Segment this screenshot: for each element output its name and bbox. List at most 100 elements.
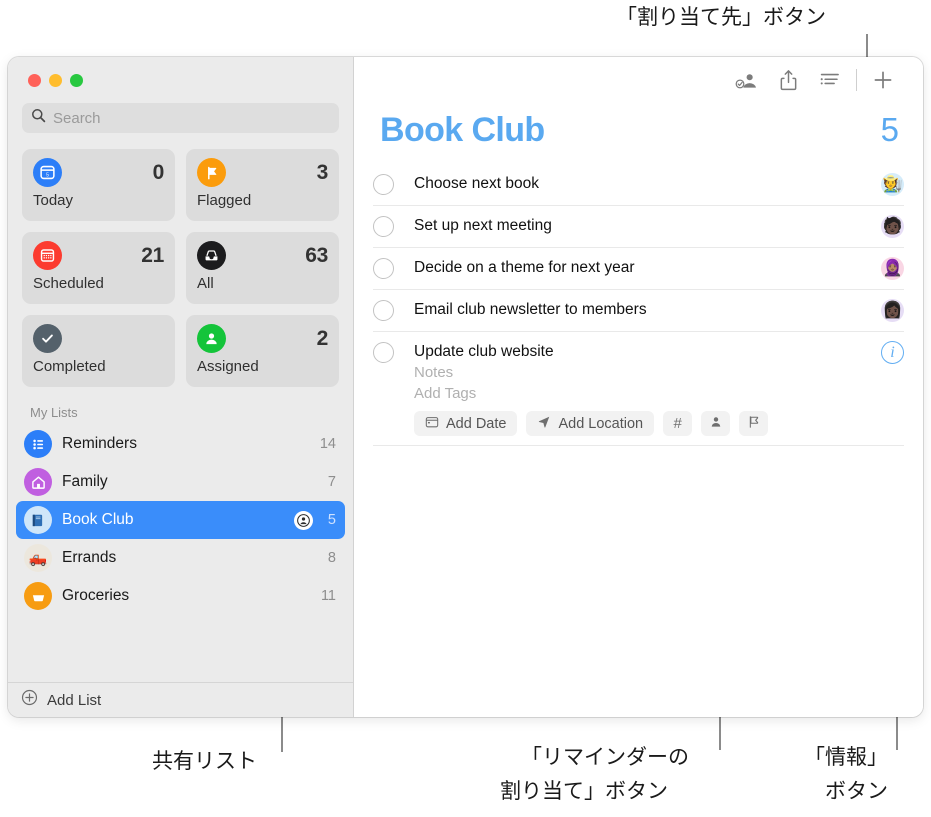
main-content: Book Club 5 Choose next book 🧑‍🌾 Set up …: [354, 57, 923, 717]
annotation-info-button-line2: ボタン: [825, 779, 888, 803]
avatar[interactable]: 🧕🏽: [881, 257, 904, 280]
today-icon: 5: [33, 158, 62, 187]
smart-list-flagged[interactable]: 3 Flagged: [186, 149, 339, 221]
list-item-reminders[interactable]: Reminders 14: [16, 425, 345, 463]
smart-lists-grid: 5 0 Today 3 Flagged 21 Scheduled 63 All …: [8, 149, 353, 387]
list-item-groceries[interactable]: Groceries 11: [16, 577, 345, 615]
close-button[interactable]: [28, 73, 41, 87]
avatar[interactable]: 🧑‍🌾: [881, 173, 904, 196]
smart-list-assigned[interactable]: 2 Assigned: [186, 315, 339, 387]
avatar[interactable]: 🧑🏿: [881, 215, 904, 238]
smart-list-label: Today: [33, 192, 74, 209]
avatar-glyph: 🧕🏽: [882, 259, 903, 277]
add-tag-button[interactable]: #: [663, 411, 693, 436]
list-item-count: 8: [327, 550, 336, 566]
house-icon: [24, 468, 52, 496]
list-item-errands[interactable]: 🛻 Errands 8: [16, 539, 345, 577]
calendar-small-icon: [425, 415, 439, 433]
list-item-book-club[interactable]: Book Club 5: [16, 501, 345, 539]
window-controls: [8, 57, 353, 103]
annotation-assign-reminder-line1: 「リマインダーの: [521, 745, 689, 769]
reminder-row[interactable]: Set up next meeting 🧑🏿: [373, 206, 904, 248]
list-options-button[interactable]: [809, 64, 851, 96]
search-input[interactable]: [53, 109, 330, 127]
smart-list-label: Scheduled: [33, 275, 104, 292]
zoom-button[interactable]: [70, 73, 83, 87]
smart-list-completed[interactable]: Completed: [22, 315, 175, 387]
inbox-icon: [197, 241, 226, 270]
reminder-title: Choose next book: [414, 175, 539, 192]
list-item-label: Book Club: [62, 511, 134, 528]
complete-circle-icon[interactable]: [373, 174, 394, 195]
avatar[interactable]: 👩🏿: [881, 299, 904, 322]
flag-icon: [197, 158, 226, 187]
reminder-body: Update club website Notes Add Tags Add D…: [394, 341, 881, 436]
list-item-count: 11: [320, 588, 336, 604]
add-list-label: Add List: [47, 691, 102, 709]
flag-outline-icon: [747, 415, 761, 433]
add-date-label: Add Date: [446, 415, 507, 432]
share-button[interactable]: [767, 64, 809, 96]
smart-list-count: 3: [316, 160, 329, 184]
reminder-notes[interactable]: Notes: [414, 362, 881, 383]
complete-circle-icon[interactable]: [373, 342, 394, 363]
reminder-row[interactable]: Email club newsletter to members 👩🏿: [373, 290, 904, 332]
assign-to-button[interactable]: [725, 64, 767, 96]
complete-circle-icon[interactable]: [373, 216, 394, 237]
annotation-shared-list: 共有リスト: [152, 749, 257, 773]
list-item-family[interactable]: Family 7: [16, 463, 345, 501]
minimize-button[interactable]: [49, 73, 62, 87]
reminder-title: Set up next meeting: [414, 217, 552, 234]
smart-list-label: Flagged: [197, 192, 252, 209]
reminder-title: Decide on a theme for next year: [414, 259, 635, 276]
check-icon: [33, 324, 62, 353]
info-button[interactable]: i: [881, 341, 904, 364]
assign-reminder-button[interactable]: [701, 411, 731, 436]
list-item-label: Family: [62, 473, 108, 490]
reminders-window: 5 0 Today 3 Flagged: [8, 57, 923, 717]
basket-icon: [24, 582, 52, 610]
reminder-row-expanded[interactable]: Update club website Notes Add Tags Add D…: [373, 332, 904, 446]
reminder-title[interactable]: Update club website: [414, 341, 881, 362]
toolbar: [354, 57, 923, 103]
reminder-row[interactable]: Decide on a theme for next year 🧕🏽: [373, 248, 904, 290]
bullet-list-icon: [24, 430, 52, 458]
smart-list-count: 0: [152, 160, 165, 184]
complete-circle-icon[interactable]: [373, 258, 394, 279]
annotation-assign-to-button: 「割り当て先」ボタン: [616, 5, 826, 29]
avatar-glyph: 🧑‍🌾: [882, 175, 903, 193]
smart-list-today[interactable]: 5 0 Today: [22, 149, 175, 221]
reminder-tags[interactable]: Add Tags: [414, 383, 881, 404]
smart-list-count: 21: [141, 243, 164, 267]
flag-button[interactable]: [739, 411, 769, 436]
annotation-info-button-line1: 「情報」: [804, 745, 888, 769]
annotation-assign-reminder-line2: 割り当て」ボタン: [500, 779, 668, 803]
truck-icon: 🛻: [24, 544, 52, 572]
page-title: Book Club: [380, 111, 545, 149]
person-icon: [197, 324, 226, 353]
calendar-icon: [33, 241, 62, 270]
smart-list-all[interactable]: 63 All: [186, 232, 339, 304]
avatar-glyph: 👩🏿: [882, 301, 903, 319]
add-location-label: Add Location: [558, 415, 644, 432]
complete-circle-icon[interactable]: [373, 300, 394, 321]
add-date-button[interactable]: Add Date: [414, 411, 518, 436]
add-list-button[interactable]: Add List: [8, 682, 353, 717]
list-item-count: 14: [319, 436, 336, 452]
smart-list-count: 63: [305, 243, 328, 267]
smart-list-scheduled[interactable]: 21 Scheduled: [22, 232, 175, 304]
list-item-count: 7: [327, 474, 336, 490]
reminder-title: Email club newsletter to members: [414, 301, 647, 318]
reminder-row[interactable]: Choose next book 🧑‍🌾: [373, 164, 904, 206]
shared-list-badge[interactable]: [293, 510, 313, 530]
list-item-count: 5: [327, 512, 336, 528]
svg-text:5: 5: [46, 172, 49, 178]
add-reminder-button[interactable]: [862, 64, 904, 96]
add-location-button[interactable]: Add Location: [526, 411, 655, 436]
smart-list-label: Completed: [33, 358, 106, 375]
search-field[interactable]: [22, 103, 339, 133]
reminder-body: Email club newsletter to members: [394, 299, 881, 320]
toolbar-separator: [856, 69, 857, 91]
smart-list-count: 2: [316, 326, 329, 350]
reminders-list: Choose next book 🧑‍🌾 Set up next meeting…: [354, 164, 923, 446]
